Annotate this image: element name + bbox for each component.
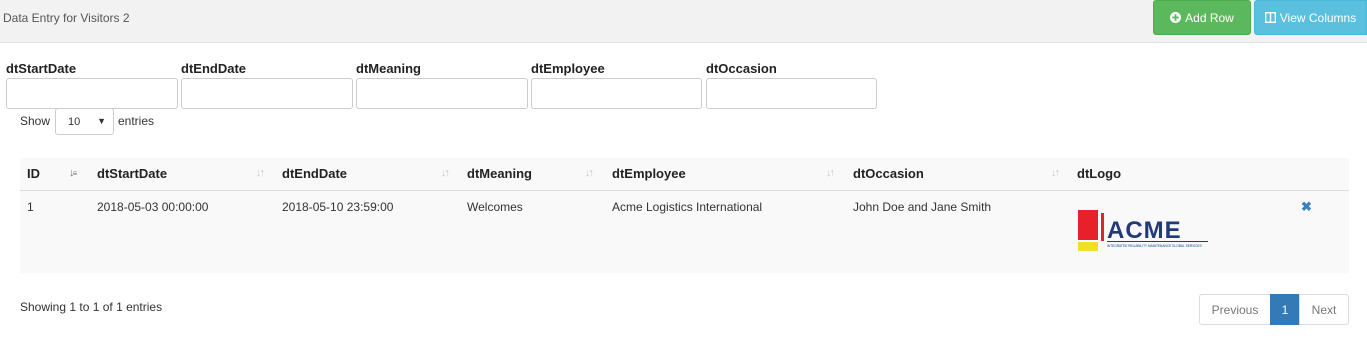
- filter-label-end-date: dtEndDate: [181, 61, 246, 76]
- table-info: Showing 1 to 1 of 1 entries: [20, 300, 163, 314]
- next-page-button[interactable]: Next: [1299, 294, 1349, 325]
- sort-icon: ↓↑: [441, 167, 450, 179]
- cell-start-date: 2018-05-03 00:00:00: [97, 200, 209, 214]
- acme-logo: ACME INTEGRATED RELIABILITY MAINTENANCE …: [1078, 210, 1208, 254]
- svg-text:ACME: ACME: [1107, 217, 1182, 244]
- page-title: Data Entry for Visitors 2: [3, 11, 130, 25]
- column-header-end-date[interactable]: dtEndDate: [282, 166, 347, 181]
- columns-icon: [1264, 12, 1276, 23]
- cell-occasion: John Doe and Jane Smith: [853, 200, 992, 214]
- entries-label: entries: [118, 114, 155, 128]
- sort-icon: ↓↑: [826, 167, 835, 179]
- top-bar: Data Entry for Visitors 2 Add Row View C…: [0, 0, 1367, 43]
- pagination: Previous 1 Next: [1199, 294, 1349, 325]
- filter-input-employee[interactable]: [531, 78, 702, 109]
- filter-input-meaning[interactable]: [356, 78, 528, 109]
- previous-page-button[interactable]: Previous: [1199, 294, 1271, 325]
- sort-icon: ↓↑: [1051, 167, 1060, 179]
- data-table: ID ↓≡ dtStartDate ↓↑ dtEndDate ↓↑ dtMean…: [20, 158, 1349, 273]
- cell-employee: Acme Logistics International: [612, 200, 763, 214]
- filter-label-occasion: dtOccasion: [706, 61, 777, 76]
- filter-input-end-date[interactable]: [181, 78, 353, 109]
- view-columns-label: View Columns: [1279, 10, 1357, 25]
- column-header-start-date[interactable]: dtStartDate: [97, 166, 167, 181]
- filter-label-employee: dtEmployee: [531, 61, 605, 76]
- filter-label-start-date: dtStartDate: [6, 61, 77, 76]
- remove-row-icon[interactable]: ✖: [1301, 199, 1312, 215]
- page-1-button[interactable]: 1: [1270, 294, 1300, 325]
- table-header: ID ↓≡ dtStartDate ↓↑ dtEndDate ↓↑ dtMean…: [20, 158, 1349, 191]
- sort-asc-icon: ↓≡: [69, 167, 77, 179]
- cell-end-date: 2018-05-10 23:59:00: [282, 200, 394, 214]
- plus-circle-icon: [1170, 12, 1182, 23]
- column-header-meaning[interactable]: dtMeaning: [467, 166, 532, 181]
- column-header-occasion[interactable]: dtOccasion: [853, 166, 924, 181]
- entries-per-page-select[interactable]: 10 ▼: [55, 108, 114, 135]
- svg-text:INTEGRATED RELIABILITY MAINTEN: INTEGRATED RELIABILITY MAINTENANCE GLOBA…: [1107, 244, 1202, 248]
- filter-input-occasion[interactable]: [706, 78, 877, 109]
- filter-input-start-date[interactable]: [6, 78, 178, 109]
- column-header-id[interactable]: ID: [27, 166, 40, 181]
- cell-meaning: Welcomes: [467, 200, 523, 214]
- entries-select-value: 10: [68, 115, 81, 128]
- filter-label-meaning: dtMeaning: [356, 61, 421, 76]
- add-row-label: Add Row: [1185, 10, 1234, 25]
- column-header-employee[interactable]: dtEmployee: [612, 166, 686, 181]
- view-columns-button[interactable]: View Columns: [1254, 0, 1367, 35]
- column-header-logo: dtLogo: [1077, 166, 1122, 181]
- show-label: Show: [20, 114, 51, 128]
- add-row-button[interactable]: Add Row: [1153, 0, 1251, 35]
- sort-icon: ↓↑: [256, 167, 265, 179]
- sort-icon: ↓↑: [585, 167, 594, 179]
- cell-id: 1: [27, 200, 34, 214]
- caret-down-icon: ▼: [97, 116, 106, 126]
